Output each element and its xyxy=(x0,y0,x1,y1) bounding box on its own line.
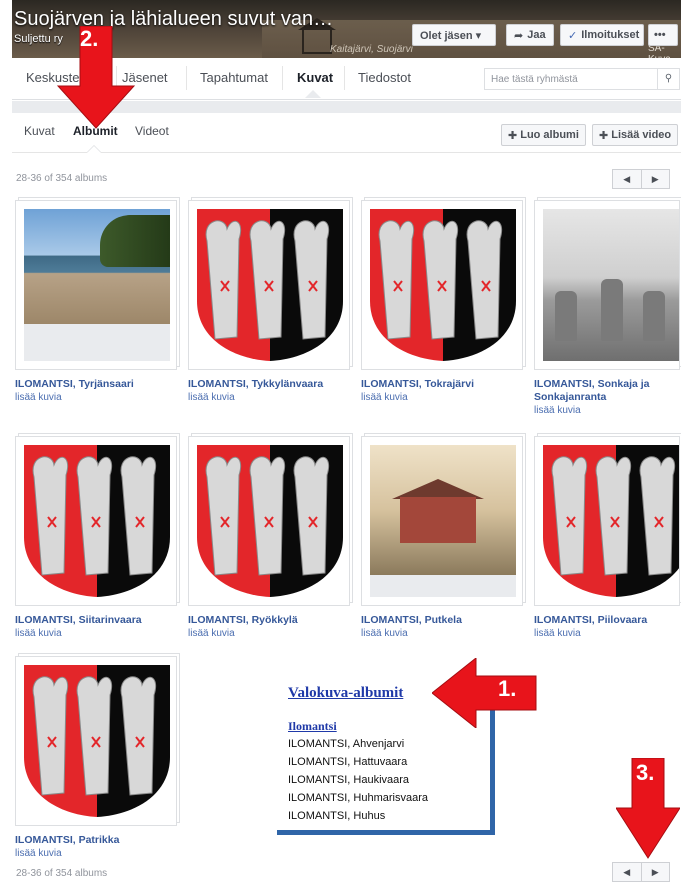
album-cover-frame[interactable] xyxy=(15,656,177,826)
album-cover-bw-photo xyxy=(543,209,679,361)
album-title-link[interactable]: ILOMANTSI, Patrikka xyxy=(15,834,183,847)
document-line: ILOMANTSI, Ahvenjarvi xyxy=(288,738,405,750)
annotation-label-1: 1. xyxy=(498,676,517,701)
add-video-button[interactable]: ✚ Lisää video xyxy=(592,124,679,146)
create-album-label: Luo albumi xyxy=(520,129,579,141)
album-count-bottom: 28-36 of 354 albums xyxy=(16,868,108,879)
cover-house-silhouette xyxy=(298,18,336,54)
pagination-top: ◀ ▶ xyxy=(612,169,670,189)
tab-divider xyxy=(344,66,345,90)
cover-caption-left: Kaitajärvi, Suojärvi xyxy=(330,44,413,55)
tab-divider xyxy=(186,66,187,90)
red-arrow-left-icon xyxy=(432,658,537,728)
coat-of-arms-image xyxy=(197,209,343,361)
notifications-button[interactable]: ✓ Ilmoitukset xyxy=(560,24,644,46)
album-card[interactable]: ILOMANTSI, Tokrajärvi lisää kuvia xyxy=(361,200,529,404)
tab-photos[interactable]: Kuvat xyxy=(297,70,333,85)
album-cover-frame[interactable] xyxy=(188,200,350,370)
album-card[interactable]: ILOMANTSI, Sonkaja ja Sonkajanranta lisä… xyxy=(534,200,680,417)
search-icon[interactable]: ⚲ xyxy=(657,69,679,89)
next-page-button[interactable]: ▶ xyxy=(640,863,670,881)
album-card[interactable]: ILOMANTSI, Tykkylänvaara lisää kuvia xyxy=(188,200,356,404)
active-tab-indicator xyxy=(305,90,321,98)
album-card[interactable]: ILOMANTSI, Patrikka lisää kuvia xyxy=(15,656,183,860)
share-button[interactable]: ➦ Jaa xyxy=(506,24,554,46)
album-title-link[interactable]: ILOMANTSI, Putkela xyxy=(361,614,529,627)
plus-icon: ✚ xyxy=(599,129,609,142)
album-count-top: 28-36 of 354 albums xyxy=(16,173,108,184)
coat-of-arms-image xyxy=(543,445,679,597)
album-cover-lake-photo xyxy=(24,209,170,361)
plus-icon: ✚ xyxy=(508,129,518,142)
checkmark-icon: ✓ xyxy=(568,29,578,42)
album-cover-frame[interactable] xyxy=(15,200,177,370)
album-more-photos-link[interactable]: lisää kuvia xyxy=(188,391,356,404)
document-line: ILOMANTSI, Haukivaara xyxy=(288,774,410,786)
member-status-label: Olet jäsen ▾ xyxy=(420,29,482,42)
more-options-button[interactable]: ••• xyxy=(648,24,678,46)
prev-page-button[interactable]: ◀ xyxy=(613,863,641,881)
album-card[interactable]: ILOMANTSI, Piilovaara lisää kuvia xyxy=(534,436,680,640)
album-card[interactable]: ILOMANTSI, Siitarinvaara lisää kuvia xyxy=(15,436,183,640)
add-video-label: Lisää video xyxy=(611,129,672,141)
share-label: Jaa xyxy=(527,29,546,41)
album-cover-frame[interactable] xyxy=(534,436,680,606)
coat-of-arms-image xyxy=(24,445,170,597)
document-line: ILOMANTSI, Hattuvaara xyxy=(288,756,408,768)
prev-page-button[interactable]: ◀ xyxy=(613,170,641,188)
album-cover-frame[interactable] xyxy=(361,436,523,606)
album-cover-frame[interactable] xyxy=(361,200,523,370)
coat-of-arms-image xyxy=(197,445,343,597)
document-title-link[interactable]: Valokuva-albumit xyxy=(288,685,403,702)
album-more-photos-link[interactable]: lisää kuvia xyxy=(534,404,680,417)
annotation-label-3: 3. xyxy=(636,760,655,785)
active-subtab-indicator xyxy=(87,146,101,153)
search-placeholder: Hae tästä ryhmästä xyxy=(491,74,578,85)
document-line: ILOMANTSI, Huhmarisvaara xyxy=(288,792,428,804)
subtab-videos[interactable]: Videot xyxy=(135,124,169,138)
next-page-button[interactable]: ▶ xyxy=(640,170,670,188)
album-card[interactable]: ILOMANTSI, Putkela lisää kuvia xyxy=(361,436,529,640)
notifications-label: Ilmoitukset xyxy=(581,29,640,41)
create-album-button[interactable]: ✚ Luo albumi xyxy=(501,124,586,146)
annotation-label-2: 2. xyxy=(80,26,99,51)
album-cover-frame[interactable] xyxy=(534,200,680,370)
member-status-button[interactable]: Olet jäsen ▾ xyxy=(412,24,496,46)
more-options-icon: ••• xyxy=(654,29,666,41)
subtab-photos[interactable]: Kuvat xyxy=(24,124,55,138)
album-more-photos-link[interactable]: lisää kuvia xyxy=(15,391,183,404)
tab-events[interactable]: Tapahtumat xyxy=(200,70,268,85)
album-title-link[interactable]: ILOMANTSI, Tyrjänsaari xyxy=(15,378,183,391)
album-more-photos-link[interactable]: lisää kuvia xyxy=(188,627,356,640)
album-card[interactable]: ILOMANTSI, Ryökkylä lisää kuvia xyxy=(188,436,356,640)
group-search-input[interactable]: Hae tästä ryhmästä ⚲ xyxy=(484,68,680,90)
album-cover-frame[interactable] xyxy=(15,436,177,606)
album-more-photos-link[interactable]: lisää kuvia xyxy=(361,627,529,640)
album-cover-frame[interactable] xyxy=(188,436,350,606)
coat-of-arms-image xyxy=(24,665,170,817)
album-more-photos-link[interactable]: lisää kuvia xyxy=(15,847,183,860)
coat-of-arms-image xyxy=(370,209,516,361)
album-title-link[interactable]: ILOMANTSI, Tykkylänvaara xyxy=(188,378,356,391)
album-more-photos-link[interactable]: lisää kuvia xyxy=(361,391,529,404)
album-card[interactable]: ILOMANTSI, Tyrjänsaari lisää kuvia xyxy=(15,200,183,404)
album-title-link[interactable]: ILOMANTSI, Piilovaara xyxy=(534,614,680,627)
album-more-photos-link[interactable]: lisää kuvia xyxy=(15,627,183,640)
album-title-link[interactable]: ILOMANTSI, Sonkaja ja Sonkajanranta xyxy=(534,378,680,404)
album-title-link[interactable]: ILOMANTSI, Ryökkylä xyxy=(188,614,356,627)
album-cover-house-photo xyxy=(370,445,516,597)
tab-files[interactable]: Tiedostot xyxy=(358,70,411,85)
tab-divider xyxy=(282,66,283,90)
pagination-bottom: ◀ ▶ xyxy=(612,862,670,882)
album-more-photos-link[interactable]: lisää kuvia xyxy=(534,627,680,640)
album-title-link[interactable]: ILOMANTSI, Tokrajärvi xyxy=(361,378,529,391)
document-subtitle: Ilomantsi xyxy=(288,719,337,733)
album-title-link[interactable]: ILOMANTSI, Siitarinvaara xyxy=(15,614,183,627)
document-line: ILOMANTSI, Huhus xyxy=(288,810,386,822)
share-arrow-icon: ➦ xyxy=(514,29,524,42)
